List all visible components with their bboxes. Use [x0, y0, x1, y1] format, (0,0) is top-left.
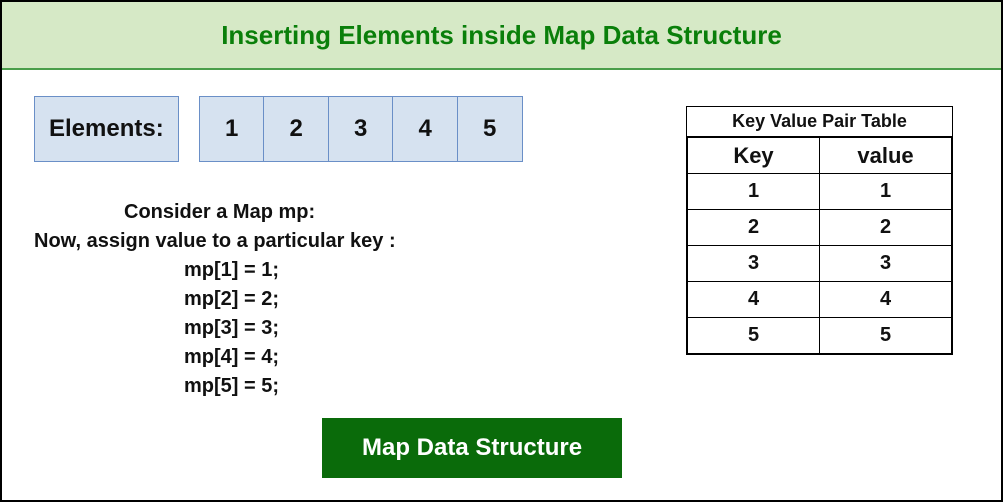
diagram-title: Inserting Elements inside Map Data Struc… [221, 20, 782, 51]
kv-cell-key: 3 [688, 246, 820, 282]
kv-table-caption: Key Value Pair Table [687, 107, 952, 137]
element-box: 2 [263, 96, 329, 162]
kv-header-value: value [820, 138, 952, 174]
element-box: 5 [457, 96, 523, 162]
assign-line: mp[5] = 5; [184, 372, 969, 401]
kv-cell-key: 1 [688, 174, 820, 210]
kv-cell-key: 4 [688, 282, 820, 318]
diagram-title-bar: Inserting Elements inside Map Data Struc… [2, 2, 1001, 70]
element-box: 3 [328, 96, 394, 162]
kv-header-row: Key value [688, 138, 952, 174]
elements-boxes: 1 2 3 4 5 [199, 96, 523, 162]
table-row: 3 3 [688, 246, 952, 282]
diagram-container: Inserting Elements inside Map Data Struc… [0, 0, 1003, 502]
table-row: 4 4 [688, 282, 952, 318]
table-row: 2 2 [688, 210, 952, 246]
element-box: 1 [199, 96, 265, 162]
kv-cell-key: 2 [688, 210, 820, 246]
kv-cell-key: 5 [688, 318, 820, 354]
kv-header-key: Key [688, 138, 820, 174]
kv-cell-value: 1 [820, 174, 952, 210]
elements-label: Elements: [34, 96, 179, 162]
kv-cell-value: 3 [820, 246, 952, 282]
kv-cell-value: 5 [820, 318, 952, 354]
key-value-table: Key Value Pair Table Key value 1 1 2 2 3… [686, 106, 953, 355]
kv-cell-value: 2 [820, 210, 952, 246]
element-box: 4 [392, 96, 458, 162]
table-row: 1 1 [688, 174, 952, 210]
footer-label: Map Data Structure [362, 434, 582, 462]
kv-table-body: Key value 1 1 2 2 3 3 4 4 5 5 [687, 137, 952, 354]
footer-label-box: Map Data Structure [322, 418, 622, 478]
table-row: 5 5 [688, 318, 952, 354]
kv-cell-value: 4 [820, 282, 952, 318]
